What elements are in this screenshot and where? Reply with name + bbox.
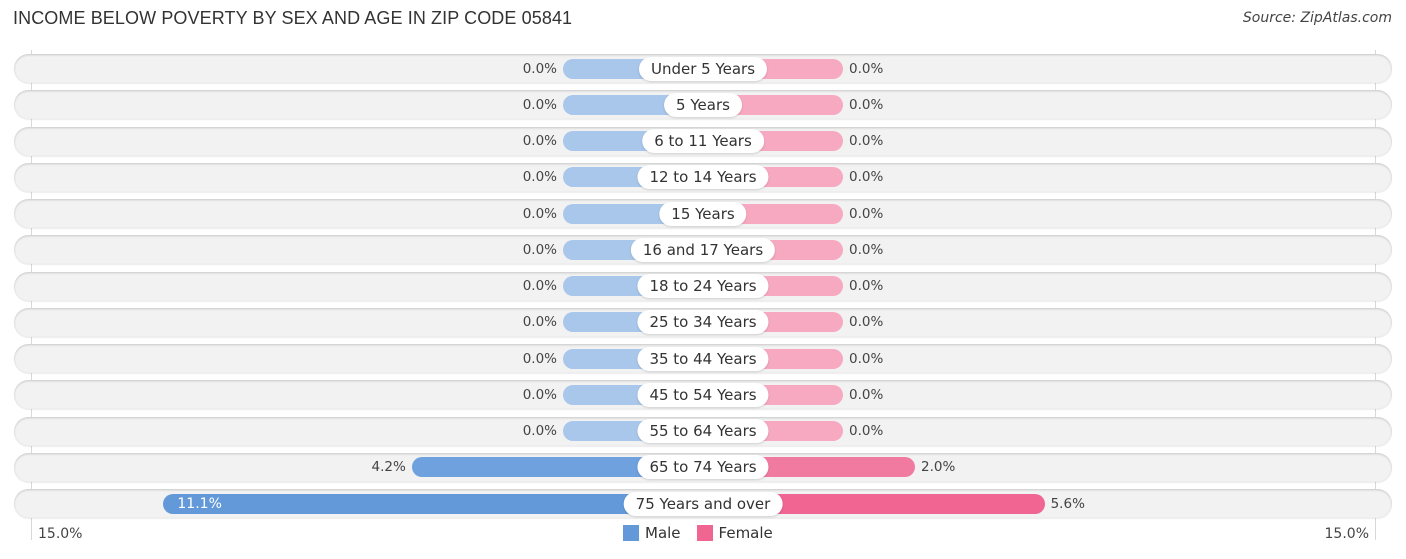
chart-rows: 0.0% 0.0% Under 5 Years 0.0% 0.0% 5 Years 0.0%…: [0, 0, 1406, 559]
value-label-female: 0.0%: [849, 278, 884, 294]
category-label: 65 to 74 Years: [637, 455, 769, 480]
value-label-male: 0.0%: [522, 60, 557, 77]
value-label-male: 0.0%: [522, 423, 557, 439]
value-label-male: 0.0%: [522, 278, 557, 294]
axis-label-left: 15.0%: [38, 526, 83, 542]
value-label-male: 0.0%: [522, 133, 557, 149]
legend-swatch-female: [696, 525, 713, 541]
category-label: 15 Years: [659, 201, 747, 226]
value-label-female: 0.0%: [849, 423, 884, 439]
value-label-female: 0.0%: [849, 205, 884, 222]
value-label-female: 5.6%: [1050, 495, 1085, 512]
legend-item-male[interactable]: Male: [623, 524, 681, 542]
value-label-female: 0.0%: [849, 169, 884, 186]
value-label-female: 0.0%: [849, 241, 884, 258]
value-label-male: 0.0%: [522, 386, 557, 403]
value-label-male: 0.0%: [522, 241, 557, 258]
value-label-male: 0.0%: [522, 205, 557, 222]
category-label: 25 to 34 Years: [637, 310, 769, 335]
category-label: 6 to 11 Years: [642, 129, 764, 153]
legend-swatch-male: [623, 525, 639, 541]
value-label-male: 0.0%: [522, 96, 557, 113]
value-label-female: 0.0%: [849, 350, 884, 367]
category-label: 35 to 44 Years: [637, 346, 769, 371]
axis-label-right: 15.0%: [1324, 526, 1369, 542]
legend: Male Female: [623, 524, 783, 542]
category-label: 55 to 64 Years: [637, 419, 769, 443]
value-label-female: 0.0%: [849, 314, 884, 331]
legend-item-female[interactable]: Female: [696, 524, 773, 542]
value-label-male: 0.0%: [522, 169, 557, 186]
value-label-female: 0.0%: [849, 60, 884, 77]
value-label-female: 0.0%: [849, 133, 884, 149]
value-label-female: 0.0%: [849, 386, 884, 403]
category-label: 45 to 54 Years: [637, 382, 769, 407]
category-label: Under 5 Years: [638, 56, 768, 81]
value-label-male: 0.0%: [522, 314, 557, 331]
value-label-male: 11.1%: [177, 495, 222, 512]
category-label: 12 to 14 Years: [637, 165, 769, 190]
value-label-female: 2.0%: [921, 459, 956, 476]
value-label-female: 0.0%: [849, 96, 884, 113]
category-label: 75 Years and over: [623, 491, 783, 516]
category-label: 5 Years: [664, 92, 742, 117]
value-label-male: 0.0%: [522, 350, 557, 367]
value-label-male: 4.2%: [371, 459, 406, 476]
category-label: 16 and 17 Years: [630, 237, 776, 262]
legend-label-female: Female: [718, 524, 773, 542]
legend-label-male: Male: [645, 524, 681, 542]
category-label: 18 to 24 Years: [637, 274, 769, 298]
bar-male[interactable]: [163, 493, 703, 514]
